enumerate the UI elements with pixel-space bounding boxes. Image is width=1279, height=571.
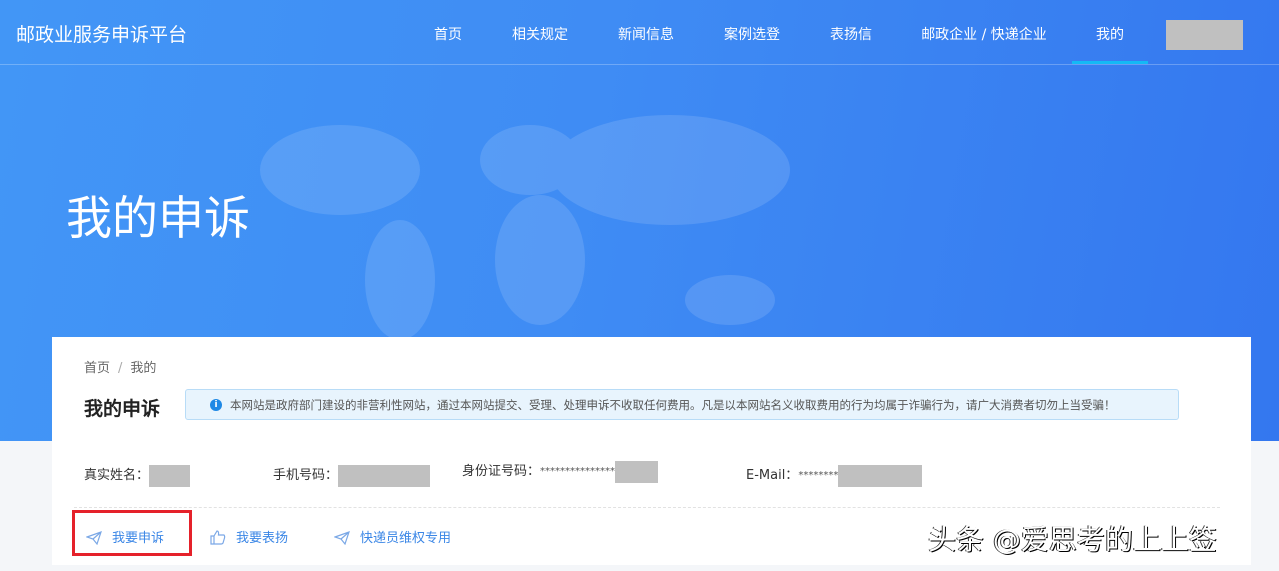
breadcrumb: 首页 / 我的: [84, 357, 156, 376]
courier-rights-label: 快递员维权专用: [360, 531, 452, 546]
site-logo[interactable]: 邮政业服务申诉平台: [16, 20, 187, 47]
email-value: ********: [798, 470, 839, 481]
active-tab-indicator: [1072, 61, 1148, 64]
email-label: E-Mail：: [746, 468, 799, 483]
divider: [74, 507, 1220, 508]
field-real-name: 真实姓名：: [84, 464, 191, 487]
breadcrumb-separator: /: [118, 361, 123, 376]
id-label: 身份证号码：: [462, 464, 541, 479]
nav-cases[interactable]: 案例选登: [724, 24, 780, 44]
phone-redacted: [338, 464, 431, 487]
nav-regulations[interactable]: 相关规定: [512, 24, 568, 44]
highlight-box: [72, 510, 192, 556]
hero-title: 我的申诉: [66, 191, 250, 245]
info-icon: i: [210, 399, 222, 411]
field-id-number: 身份证号码：***************: [462, 460, 659, 483]
nav-enterprises[interactable]: 邮政企业 / 快递企业: [921, 24, 1047, 44]
breadcrumb-home[interactable]: 首页: [84, 361, 110, 376]
phone-label: 手机号码：: [273, 468, 339, 483]
page-title: 我的申诉: [84, 398, 161, 420]
name-label: 真实姓名：: [84, 468, 150, 483]
praise-label: 我要表扬: [236, 531, 289, 546]
top-nav: 邮政业服务申诉平台 首页 相关规定 新闻信息 案例选登 表扬信 邮政企业 / 快…: [0, 0, 1279, 65]
nav-news[interactable]: 新闻信息: [618, 24, 674, 44]
notice-text: 本网站是政府部门建设的非营利性网站，通过本网站提交、受理、处理申诉不收取任何费用…: [230, 398, 1116, 412]
notice-banner: i 本网站是政府部门建设的非营利性网站，通过本网站提交、受理、处理申诉不收取任何费…: [185, 389, 1179, 420]
breadcrumb-current: 我的: [130, 361, 157, 376]
world-map-graphic: [260, 115, 790, 340]
paper-plane-icon: [333, 531, 350, 546]
name-redacted: [149, 464, 191, 487]
watermark: 头条 @爱思考的上上签: [928, 523, 1217, 556]
thumbs-up-icon: [210, 530, 226, 545]
user-account-redacted[interactable]: [1166, 20, 1243, 50]
email-redacted: [838, 464, 923, 487]
nav-praise-letters[interactable]: 表扬信: [830, 24, 872, 44]
nav-mine[interactable]: 我的: [1096, 24, 1124, 44]
courier-rights-button[interactable]: 快递员维权专用: [333, 527, 452, 546]
field-phone: 手机号码：: [273, 464, 431, 487]
nav-home[interactable]: 首页: [434, 24, 462, 44]
id-redacted: [615, 460, 659, 483]
field-email: E-Mail：********: [746, 464, 923, 487]
id-value: ***************: [540, 466, 616, 477]
praise-button[interactable]: 我要表扬: [210, 527, 288, 546]
